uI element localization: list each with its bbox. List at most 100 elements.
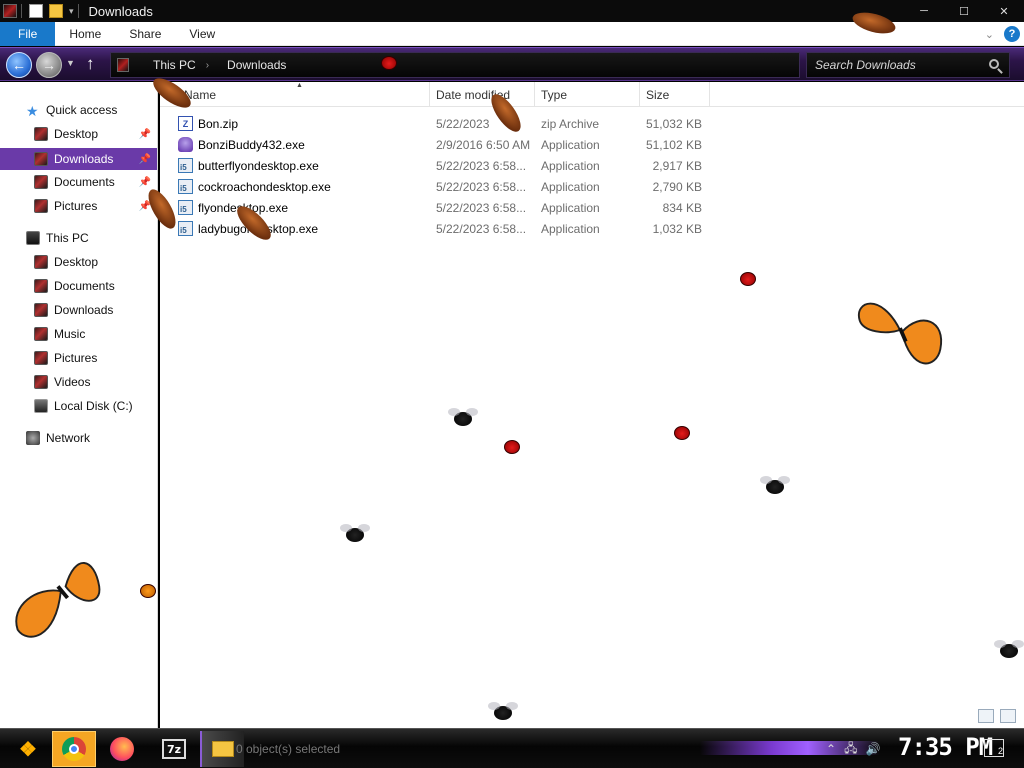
pictures-folder-icon	[34, 351, 48, 365]
file-size: 2,790 KB	[652, 179, 702, 194]
sidebar-item-documents-quick[interactable]: Documents 📌	[0, 171, 157, 193]
search-input[interactable]	[815, 58, 985, 72]
sidebar-this-pc[interactable]: This PC	[0, 227, 157, 249]
sidebar-item-label: Desktop	[54, 127, 99, 141]
network-status-icon[interactable]: 🖧	[844, 739, 857, 760]
app-icon: i5	[178, 221, 193, 236]
sidebar-item-downloads[interactable]: Downloads	[0, 299, 157, 321]
desktop-folder-icon	[34, 255, 48, 269]
file-row[interactable]: Z Bon.zip 5/22/2023 zip Archive 51,032 K…	[160, 113, 1024, 134]
sidebar-item-videos[interactable]: Videos	[0, 371, 157, 393]
sidebar-network[interactable]: Network	[0, 427, 157, 449]
sidebar-item-label: Quick access	[46, 103, 118, 117]
sidebar-quick-access[interactable]: ★ Quick access	[0, 99, 157, 121]
7zip-taskbar-button[interactable]: 7z	[152, 731, 196, 767]
app-icon: i5	[178, 158, 193, 173]
properties-icon[interactable]	[29, 4, 43, 18]
volume-icon[interactable]: 🔊	[865, 742, 880, 756]
clock[interactable]: 7:35 PM	[898, 733, 993, 761]
address-bar-row: ← → ▼ ↑ This PC › Downloads	[0, 47, 1024, 81]
tab-file[interactable]: File	[0, 21, 56, 46]
app-icon: i5	[178, 200, 193, 215]
expand-ribbon-icon[interactable]: ⌄	[985, 28, 994, 41]
documents-folder-icon	[34, 279, 48, 293]
large-icons-view-icon[interactable]	[1000, 709, 1016, 723]
column-header-type[interactable]: Type	[535, 82, 640, 107]
forward-button[interactable]: →	[36, 52, 62, 78]
separator	[77, 4, 79, 18]
sidebar-item-desktop[interactable]: Desktop	[0, 251, 157, 273]
file-row[interactable]: i5 cockroachondesktop.exe 5/22/2023 6:58…	[160, 176, 1024, 197]
7zip-icon: 7z	[162, 739, 186, 759]
file-name: Bon.zip	[198, 116, 239, 131]
help-icon[interactable]: ?	[1004, 26, 1020, 42]
pin-icon[interactable]: 📌	[139, 177, 151, 188]
breadcrumb-separator-icon[interactable]: ›	[206, 60, 209, 71]
breadcrumb-downloads[interactable]: Downloads	[227, 58, 286, 72]
breadcrumb-this-pc[interactable]: This PC	[153, 58, 196, 72]
videos-folder-icon	[34, 375, 48, 389]
file-type: Application	[541, 200, 600, 215]
ribbon-tabs: File Home Share View ⌄ ?	[0, 21, 1024, 46]
sidebar-item-label: Desktop	[54, 255, 99, 269]
file-row[interactable]: i5 butterflyondesktop.exe 5/22/2023 6:58…	[160, 155, 1024, 176]
sidebar-item-label: Videos	[54, 375, 91, 389]
details-view-icon[interactable]	[978, 709, 994, 723]
sidebar-item-pictures[interactable]: Pictures	[0, 347, 157, 369]
sidebar-item-downloads-quick[interactable]: Downloads 📌	[0, 148, 157, 170]
network-icon	[26, 431, 40, 445]
sidebar-item-label: Music	[54, 327, 86, 341]
computer-icon	[26, 231, 40, 245]
notifications-icon[interactable]: 2	[984, 739, 1004, 757]
file-size: 2,917 KB	[652, 158, 702, 173]
sidebar-item-label: Documents	[54, 279, 115, 293]
file-date: 5/22/2023	[436, 116, 490, 131]
sidebar-item-label: Downloads	[54, 152, 114, 166]
downloads-folder-icon	[34, 303, 48, 317]
column-header-name[interactable]: Name	[178, 82, 430, 107]
pin-icon[interactable]: 📌	[139, 201, 151, 212]
sidebar-item-documents[interactable]: Documents	[0, 275, 157, 297]
file-size: 834 KB	[662, 200, 702, 215]
sidebar-item-pictures-quick[interactable]: Pictures 📌	[0, 195, 157, 217]
sidebar-item-music[interactable]: Music	[0, 323, 157, 345]
firefox-taskbar-button[interactable]	[100, 731, 144, 767]
start-button[interactable]: ❖	[6, 731, 50, 767]
file-date: 5/22/2023 6:58...	[436, 179, 527, 194]
close-button[interactable]: ✕	[984, 0, 1024, 22]
sidebar-item-local-disk[interactable]: Local Disk (C:)	[0, 395, 157, 417]
pin-icon[interactable]: 📌	[139, 129, 151, 140]
file-size: 51,102 KB	[645, 137, 702, 152]
search-box[interactable]	[806, 52, 1010, 78]
show-hidden-icons-icon[interactable]: ⌃	[826, 742, 836, 756]
back-button[interactable]: ←	[6, 52, 32, 78]
pin-icon[interactable]: 📌	[139, 154, 151, 165]
recent-locations-icon[interactable]: ▼	[66, 58, 75, 68]
pictures-folder-icon	[34, 199, 48, 213]
file-name: ladybugondesktop.exe	[198, 221, 319, 236]
file-row[interactable]: i5 flyondesktop.exe 5/22/2023 6:58... Ap…	[160, 197, 1024, 218]
file-name: flyondesktop.exe	[198, 200, 289, 215]
tab-share[interactable]: Share	[115, 22, 175, 46]
address-bar[interactable]: This PC › Downloads	[110, 52, 800, 78]
file-list-pane: ▲ Name Date modified Type Size Z Bon.zip…	[160, 82, 1024, 728]
tab-view[interactable]: View	[175, 22, 229, 46]
sidebar-item-desktop-quick[interactable]: Desktop 📌	[0, 123, 157, 145]
new-folder-icon[interactable]	[49, 4, 63, 18]
file-row[interactable]: i5 ladybugondesktop.exe 5/22/2023 6:58..…	[160, 218, 1024, 239]
maximize-button[interactable]: ☐	[944, 0, 984, 22]
search-icon[interactable]	[989, 59, 999, 69]
file-row[interactable]: BonziBuddy432.exe 2/9/2016 6:50 AM Appli…	[160, 134, 1024, 155]
window-title: Downloads	[88, 3, 153, 19]
music-folder-icon	[34, 327, 48, 341]
column-header-size[interactable]: Size	[640, 82, 710, 107]
column-header-date[interactable]: Date modified	[430, 82, 535, 107]
bonzi-icon	[178, 137, 193, 152]
sidebar-item-label: This PC	[46, 231, 89, 245]
minimize-button[interactable]: ─	[904, 0, 944, 22]
tab-home[interactable]: Home	[55, 22, 115, 46]
sidebar-item-label: Network	[46, 431, 91, 445]
quick-toolbar-dropdown-icon[interactable]: ▾	[69, 6, 74, 17]
chrome-taskbar-button[interactable]	[52, 731, 96, 767]
up-button[interactable]: ↑	[86, 54, 95, 74]
